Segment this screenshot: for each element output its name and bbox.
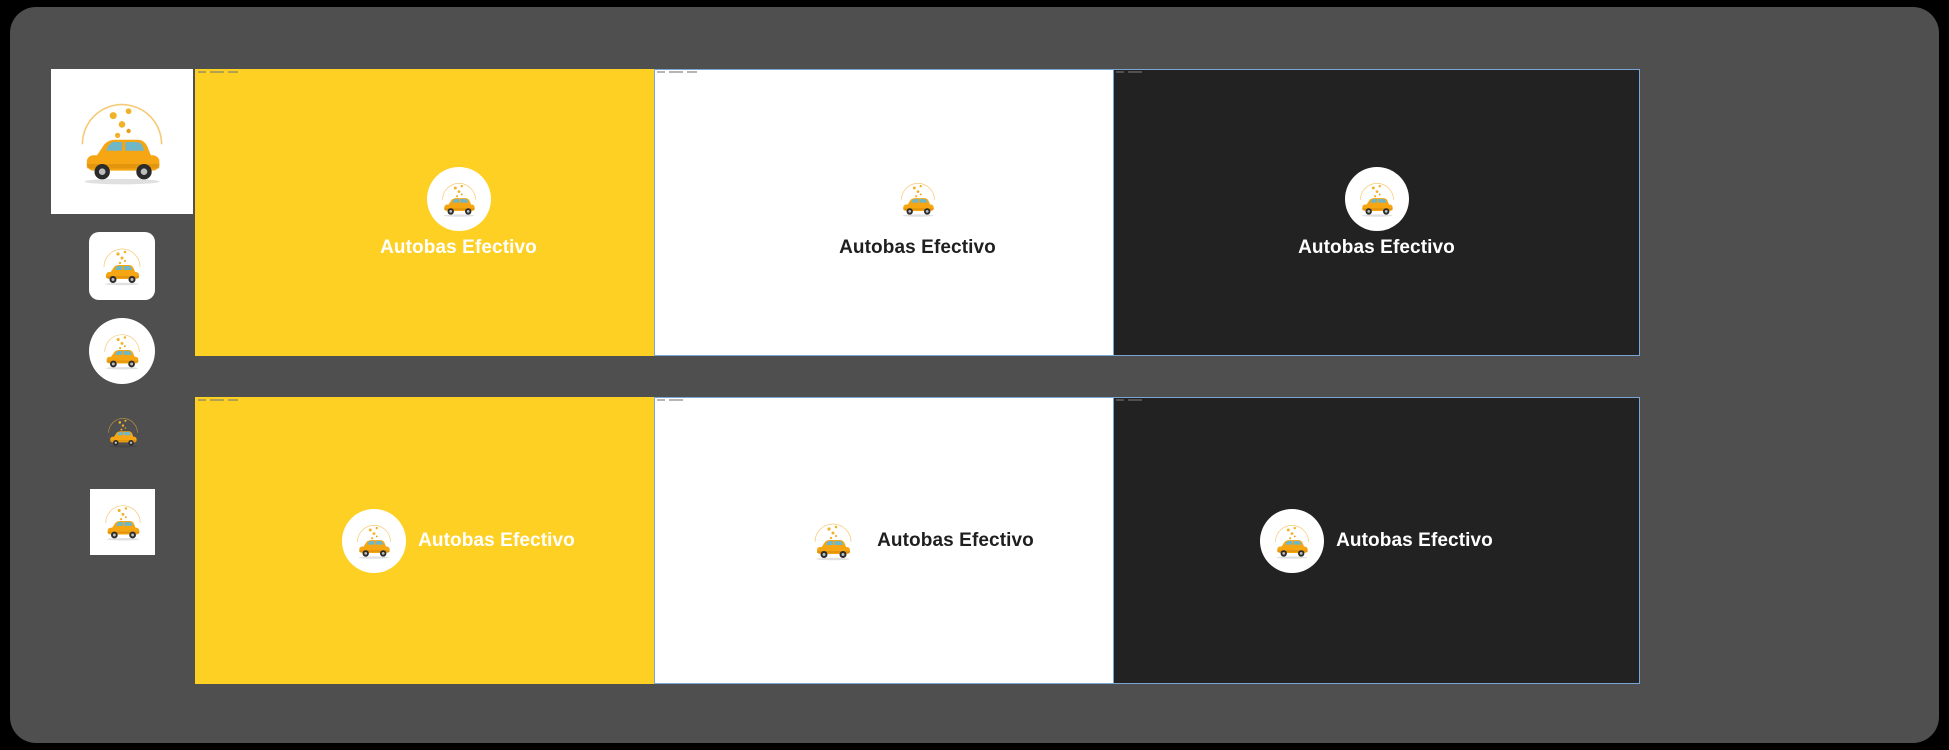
car-logo-icon xyxy=(814,523,852,560)
car-logo-icon xyxy=(357,524,391,559)
brand-name: Autobas Efectivo xyxy=(380,236,537,258)
logo-badge xyxy=(1260,508,1325,573)
mockup-yellow-stacked[interactable]: Autobas Efectivo xyxy=(195,69,722,356)
car-logo-icon xyxy=(1275,524,1309,559)
mockup-yellow-inline[interactable]: Autobas Efectivo xyxy=(195,397,722,684)
car-logo-icon xyxy=(104,505,141,541)
mockup-white-inline[interactable]: Autobas Efectivo xyxy=(654,397,1181,684)
brand-name: Autobas Efectivo xyxy=(877,529,1034,551)
logo-badge xyxy=(426,166,491,231)
brand-name: Autobas Efectivo xyxy=(839,236,996,258)
logo-badge xyxy=(886,167,950,231)
mockup-white-stacked[interactable]: Autobas Efectivo xyxy=(654,69,1181,356)
car-logo-icon xyxy=(104,334,140,370)
car-logo-icon xyxy=(900,182,935,217)
logo-badge xyxy=(342,508,407,573)
brand-name: Autobas Efectivo xyxy=(1336,529,1493,551)
logo-badge xyxy=(1344,166,1409,231)
car-logo-icon xyxy=(103,248,141,286)
artboard-canvas: Autobas Efectivo Autobas Efectivo Autoba… xyxy=(10,7,1939,743)
car-logo-icon xyxy=(441,182,476,217)
car-logo-icon xyxy=(108,418,138,448)
mockup-dark-stacked[interactable]: Autobas Efectivo xyxy=(1113,69,1640,356)
mockup-dark-inline[interactable]: Autobas Efectivo xyxy=(1113,397,1640,684)
brand-name: Autobas Efectivo xyxy=(1298,236,1455,258)
logo-small-square-tile[interactable] xyxy=(90,489,155,555)
logo-rounded-tile[interactable] xyxy=(89,232,155,300)
logo-large-tile[interactable] xyxy=(51,69,193,214)
car-logo-icon xyxy=(1359,182,1394,217)
car-logo-icon xyxy=(81,103,163,184)
logo-badge xyxy=(801,509,865,573)
logo-transparent-tile[interactable] xyxy=(103,412,143,452)
logo-circle-tile[interactable] xyxy=(89,318,155,384)
brand-name: Autobas Efectivo xyxy=(418,529,575,551)
